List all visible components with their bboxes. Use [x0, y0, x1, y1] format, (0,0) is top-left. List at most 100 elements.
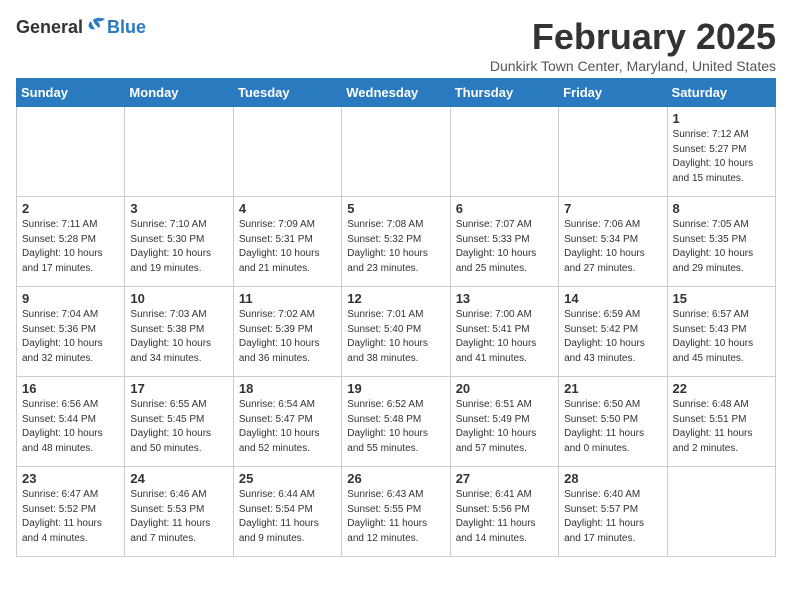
day-number: 4 [239, 201, 336, 216]
calendar-week-row: 23 Sunrise: 6:47 AM Sunset: 5:52 PM Dayli… [17, 467, 776, 557]
calendar-cell: 26 Sunrise: 6:43 AM Sunset: 5:55 PM Dayli… [342, 467, 450, 557]
calendar-cell: 14Sunrise: 6:59 AM Sunset: 5:42 PM Dayli… [559, 287, 667, 377]
day-info: Sunrise: 6:41 AM Sunset: 5:56 PM Dayligh… [456, 488, 553, 546]
day-info: Sunrise: 7:08 AM Sunset: 5:32 PM Dayligh… [347, 218, 444, 276]
logo-general-text: General [16, 17, 83, 38]
calendar-cell: 9 Sunrise: 7:04 AM Sunset: 5:36 PM Daylig… [17, 287, 125, 377]
day-info: Sunrise: 7:05 AM Sunset: 5:35 PM Dayligh… [673, 218, 770, 276]
day-info: Sunrise: 7:11 AM Sunset: 5:28 PM Dayligh… [22, 218, 119, 276]
day-number: 2 [22, 201, 119, 216]
location-subtitle: Dunkirk Town Center, Maryland, United St… [490, 58, 776, 74]
day-info: Sunrise: 7:07 AM Sunset: 5:33 PM Dayligh… [456, 218, 553, 276]
day-number: 26 [347, 471, 444, 486]
calendar-cell: 11 Sunrise: 7:02 AM Sunset: 5:39 PM Dayli… [233, 287, 341, 377]
calendar-cell: 13 Sunrise: 7:00 AM Sunset: 5:41 PM Dayli… [450, 287, 558, 377]
weekday-header-tuesday: Tuesday [233, 79, 341, 107]
day-info: Sunrise: 6:54 AM Sunset: 5:47 PM Dayligh… [239, 398, 336, 456]
day-number: 17 [130, 381, 227, 396]
calendar-cell: 24 Sunrise: 6:46 AM Sunset: 5:53 PM Dayli… [125, 467, 233, 557]
calendar-cell: 8 Sunrise: 7:05 AM Sunset: 5:35 PM Daylig… [667, 197, 775, 287]
calendar-cell: 16 Sunrise: 6:56 AM Sunset: 5:44 PM Dayli… [17, 377, 125, 467]
calendar-cell: 5 Sunrise: 7:08 AM Sunset: 5:32 PM Daylig… [342, 197, 450, 287]
day-number: 15 [673, 291, 770, 306]
day-info: Sunrise: 7:06 AM Sunset: 5:34 PM Dayligh… [564, 218, 661, 276]
calendar-table: SundayMondayTuesdayWednesdayThursdayFrid… [16, 78, 776, 557]
weekday-header-wednesday: Wednesday [342, 79, 450, 107]
weekday-header-friday: Friday [559, 79, 667, 107]
day-info: Sunrise: 6:55 AM Sunset: 5:45 PM Dayligh… [130, 398, 227, 456]
day-info: Sunrise: 7:04 AM Sunset: 5:36 PM Dayligh… [22, 308, 119, 366]
day-number: 13 [456, 291, 553, 306]
day-info: Sunrise: 6:50 AM Sunset: 5:50 PM Dayligh… [564, 398, 661, 456]
day-number: 10 [130, 291, 227, 306]
day-info: Sunrise: 7:10 AM Sunset: 5:30 PM Dayligh… [130, 218, 227, 276]
day-number: 6 [456, 201, 553, 216]
calendar-cell: 15 Sunrise: 6:57 AM Sunset: 5:43 PM Dayli… [667, 287, 775, 377]
day-number: 20 [456, 381, 553, 396]
day-info: Sunrise: 6:57 AM Sunset: 5:43 PM Dayligh… [673, 308, 770, 366]
logo: General Blue [16, 16, 146, 39]
day-number: 5 [347, 201, 444, 216]
calendar-cell: 25Sunrise: 6:44 AM Sunset: 5:54 PM Dayli… [233, 467, 341, 557]
calendar-cell: 23 Sunrise: 6:47 AM Sunset: 5:52 PM Dayli… [17, 467, 125, 557]
day-number: 1 [673, 111, 770, 126]
day-number: 21 [564, 381, 661, 396]
weekday-header-monday: Monday [125, 79, 233, 107]
logo-blue-text: Blue [107, 17, 146, 38]
calendar-cell: 4 Sunrise: 7:09 AM Sunset: 5:31 PM Daylig… [233, 197, 341, 287]
calendar-week-row: 16 Sunrise: 6:56 AM Sunset: 5:44 PM Dayli… [17, 377, 776, 467]
day-number: 28 [564, 471, 661, 486]
weekday-header-sunday: Sunday [17, 79, 125, 107]
calendar-cell: 21 Sunrise: 6:50 AM Sunset: 5:50 PM Dayli… [559, 377, 667, 467]
calendar-cell: 28 Sunrise: 6:40 AM Sunset: 5:57 PM Dayli… [559, 467, 667, 557]
calendar-cell: 12 Sunrise: 7:01 AM Sunset: 5:40 PM Dayli… [342, 287, 450, 377]
calendar-cell: 7Sunrise: 7:06 AM Sunset: 5:34 PM Daylig… [559, 197, 667, 287]
weekday-header-row: SundayMondayTuesdayWednesdayThursdayFrid… [17, 79, 776, 107]
calendar-week-row: 9 Sunrise: 7:04 AM Sunset: 5:36 PM Daylig… [17, 287, 776, 377]
calendar-cell: 3 Sunrise: 7:10 AM Sunset: 5:30 PM Daylig… [125, 197, 233, 287]
calendar-cell: 10 Sunrise: 7:03 AM Sunset: 5:38 PM Dayli… [125, 287, 233, 377]
day-number: 27 [456, 471, 553, 486]
calendar-cell: 1Sunrise: 7:12 AM Sunset: 5:27 PM Daylig… [667, 107, 775, 197]
day-number: 19 [347, 381, 444, 396]
day-info: Sunrise: 6:40 AM Sunset: 5:57 PM Dayligh… [564, 488, 661, 546]
calendar-cell: 6 Sunrise: 7:07 AM Sunset: 5:33 PM Daylig… [450, 197, 558, 287]
calendar-week-row: 2 Sunrise: 7:11 AM Sunset: 5:28 PM Daylig… [17, 197, 776, 287]
day-number: 12 [347, 291, 444, 306]
day-info: Sunrise: 7:01 AM Sunset: 5:40 PM Dayligh… [347, 308, 444, 366]
calendar-cell [450, 107, 558, 197]
calendar-cell: 2 Sunrise: 7:11 AM Sunset: 5:28 PM Daylig… [17, 197, 125, 287]
day-info: Sunrise: 6:51 AM Sunset: 5:49 PM Dayligh… [456, 398, 553, 456]
day-number: 24 [130, 471, 227, 486]
day-info: Sunrise: 6:46 AM Sunset: 5:53 PM Dayligh… [130, 488, 227, 546]
calendar-cell [125, 107, 233, 197]
calendar-cell: 27 Sunrise: 6:41 AM Sunset: 5:56 PM Dayli… [450, 467, 558, 557]
day-number: 23 [22, 471, 119, 486]
title-area: February 2025 Dunkirk Town Center, Maryl… [490, 16, 776, 74]
day-info: Sunrise: 7:03 AM Sunset: 5:38 PM Dayligh… [130, 308, 227, 366]
day-info: Sunrise: 7:00 AM Sunset: 5:41 PM Dayligh… [456, 308, 553, 366]
day-number: 16 [22, 381, 119, 396]
month-title: February 2025 [490, 16, 776, 58]
calendar-week-row: 1Sunrise: 7:12 AM Sunset: 5:27 PM Daylig… [17, 107, 776, 197]
day-info: Sunrise: 6:43 AM Sunset: 5:55 PM Dayligh… [347, 488, 444, 546]
day-info: Sunrise: 6:47 AM Sunset: 5:52 PM Dayligh… [22, 488, 119, 546]
calendar-cell [233, 107, 341, 197]
calendar-cell [667, 467, 775, 557]
calendar-cell [17, 107, 125, 197]
day-number: 18 [239, 381, 336, 396]
day-info: Sunrise: 7:09 AM Sunset: 5:31 PM Dayligh… [239, 218, 336, 276]
weekday-header-thursday: Thursday [450, 79, 558, 107]
logo-bird-icon [85, 16, 107, 39]
calendar-cell: 19Sunrise: 6:52 AM Sunset: 5:48 PM Dayli… [342, 377, 450, 467]
day-number: 9 [22, 291, 119, 306]
calendar-cell: 20 Sunrise: 6:51 AM Sunset: 5:49 PM Dayli… [450, 377, 558, 467]
day-number: 3 [130, 201, 227, 216]
calendar-cell [342, 107, 450, 197]
day-info: Sunrise: 7:02 AM Sunset: 5:39 PM Dayligh… [239, 308, 336, 366]
day-number: 8 [673, 201, 770, 216]
day-number: 11 [239, 291, 336, 306]
weekday-header-saturday: Saturday [667, 79, 775, 107]
day-info: Sunrise: 6:56 AM Sunset: 5:44 PM Dayligh… [22, 398, 119, 456]
day-number: 14 [564, 291, 661, 306]
